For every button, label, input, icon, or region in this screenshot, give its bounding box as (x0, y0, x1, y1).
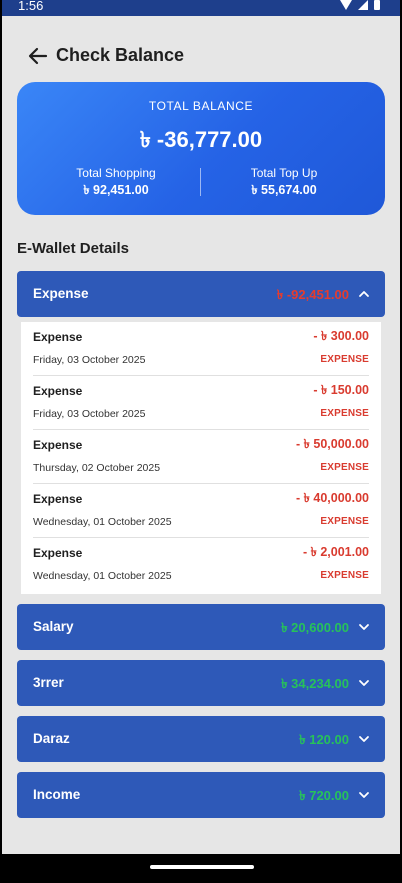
wallet-amount: ৳ 720.00 (299, 788, 349, 803)
transaction-type: EXPENSE (320, 408, 369, 419)
navigation-bar (2, 854, 400, 883)
wallet-accordion-salary[interactable]: Salary ৳ 20,600.00 (17, 604, 385, 650)
card-divider (200, 168, 201, 196)
wifi-icon (340, 0, 352, 10)
transaction-name: Expense (33, 546, 83, 560)
wallet-title: Daraz (33, 731, 70, 746)
total-shopping-label: Total Shopping (76, 166, 156, 180)
transaction-name: Expense (33, 492, 83, 506)
wallet-accordion-income[interactable]: Income ৳ 720.00 (17, 772, 385, 818)
page-title: Check Balance (56, 45, 185, 65)
chevron-down-icon (359, 624, 369, 630)
transaction-name: Expense (33, 438, 83, 452)
status-bar: 1:56 (2, 0, 400, 16)
back-button[interactable] (26, 44, 50, 68)
wallet-amount: ৳ 34,234.00 (281, 676, 349, 691)
wallet-title: Income (33, 787, 81, 802)
transaction-name: Expense (33, 384, 83, 398)
balance-card: TOTAL BALANCE ৳ -36,777.00 Total Shoppin… (17, 82, 385, 215)
transaction-type: EXPENSE (320, 462, 369, 473)
status-time: 1:56 (18, 0, 44, 13)
wallet-title: Expense (33, 286, 89, 301)
section-title: E-Wallet Details (17, 240, 129, 257)
transaction-type: EXPENSE (320, 570, 369, 581)
status-icons (340, 0, 380, 11)
transaction-date: Wednesday, 01 October 2025 (33, 570, 172, 582)
header: Check Balance (2, 40, 400, 72)
signal-icon (358, 0, 368, 10)
transaction-date: Thursday, 02 October 2025 (33, 462, 161, 474)
transaction-amount: - ৳ 40,000.00 (296, 491, 369, 505)
screen: 1:56 Check Balance TOTAL BALANCE ৳ -36,7… (2, 0, 400, 883)
chevron-down-icon (359, 736, 369, 742)
wallet-accordion-expense[interactable]: Expense ৳ -92,451.00 (17, 271, 385, 317)
transaction-item[interactable]: Expense - ৳ 300.00 Friday, 03 October 20… (33, 322, 369, 376)
total-topup: Total Top Up ৳ 55,674.00 (214, 166, 354, 202)
wallet-title: Salary (33, 619, 74, 634)
transaction-amount: - ৳ 300.00 (313, 329, 369, 343)
transaction-amount: - ৳ 50,000.00 (296, 437, 369, 451)
transaction-item[interactable]: Expense - ৳ 2,001.00 Wednesday, 01 Octob… (33, 538, 369, 592)
transaction-item[interactable]: Expense - ৳ 50,000.00 Thursday, 02 Octob… (33, 430, 369, 484)
total-topup-label: Total Top Up (250, 166, 318, 180)
transaction-type: EXPENSE (320, 354, 369, 365)
transaction-amount: - ৳ 150.00 (313, 383, 369, 397)
wallet-amount: ৳ 20,600.00 (281, 620, 349, 635)
transaction-date: Friday, 03 October 2025 (33, 354, 146, 366)
chevron-up-icon (359, 291, 369, 297)
wallet-accordion-3rrer[interactable]: 3rrer ৳ 34,234.00 (17, 660, 385, 706)
chevron-down-icon (359, 792, 369, 798)
transaction-amount: - ৳ 2,001.00 (303, 545, 369, 559)
total-shopping-value: ৳ 92,451.00 (83, 183, 149, 197)
total-shopping: Total Shopping ৳ 92,451.00 (46, 166, 186, 202)
transaction-date: Wednesday, 01 October 2025 (33, 516, 172, 528)
transaction-list: Expense - ৳ 300.00 Friday, 03 October 20… (21, 322, 381, 594)
total-balance-label: TOTAL BALANCE (148, 99, 254, 113)
transaction-item[interactable]: Expense - ৳ 40,000.00 Wednesday, 01 Octo… (33, 484, 369, 538)
transaction-date: Friday, 03 October 2025 (33, 408, 146, 420)
transaction-item[interactable]: Expense - ৳ 150.00 Friday, 03 October 20… (33, 376, 369, 430)
battery-icon (374, 0, 380, 10)
wallet-amount: ৳ 120.00 (299, 732, 349, 747)
transaction-name: Expense (33, 330, 83, 344)
home-indicator[interactable] (150, 865, 254, 869)
total-balance-value: ৳ -36,777.00 (139, 127, 263, 152)
arrow-left-icon (28, 47, 48, 65)
transaction-type: EXPENSE (320, 516, 369, 527)
wallet-amount: ৳ -92,451.00 (276, 287, 349, 302)
total-topup-value: ৳ 55,674.00 (251, 183, 317, 197)
chevron-down-icon (359, 680, 369, 686)
wallet-accordion-daraz[interactable]: Daraz ৳ 120.00 (17, 716, 385, 762)
wallet-title: 3rrer (33, 675, 64, 690)
